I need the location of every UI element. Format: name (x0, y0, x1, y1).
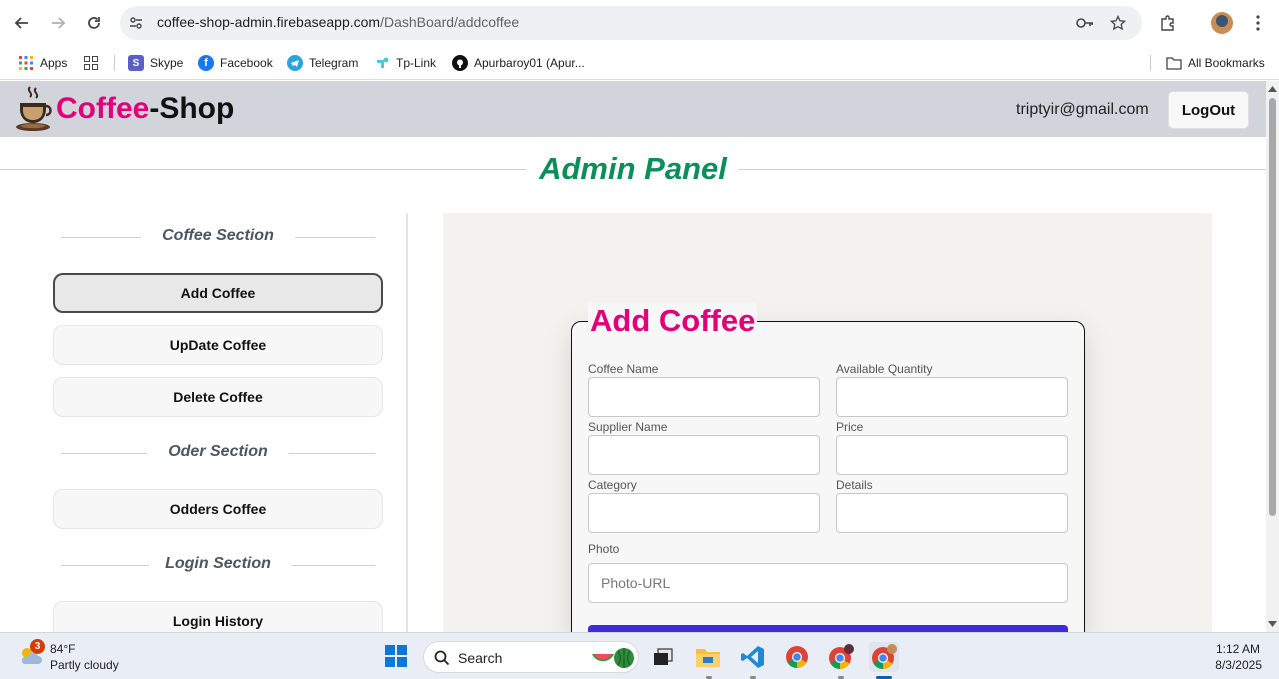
telegram-icon (287, 55, 303, 71)
password-key-icon[interactable] (1076, 14, 1094, 32)
github-icon (452, 55, 468, 71)
photo-label: Photo (588, 542, 620, 556)
orders-coffee-button[interactable]: Odders Coffee (53, 489, 383, 529)
logout-button[interactable]: LogOut (1168, 91, 1249, 129)
site-settings-icon[interactable] (127, 14, 145, 32)
price-label: Price (836, 420, 864, 434)
bookmark-label: Skype (150, 56, 184, 70)
login-history-button[interactable]: Login History (53, 601, 383, 632)
update-coffee-button[interactable]: UpDate Coffee (53, 325, 383, 365)
supplier-name-label: Supplier Name (588, 420, 668, 434)
coffee-name-input[interactable] (588, 377, 820, 417)
tplink-icon (374, 55, 390, 71)
more-menu-icon[interactable] (1246, 11, 1270, 35)
bookmark-skype[interactable]: S Skype (128, 52, 183, 74)
page-scrollbar[interactable] (1266, 81, 1279, 632)
bookmark-github[interactable]: Apurbaroy01 (Apur... (452, 52, 585, 74)
bookmark-label: Tp-Link (396, 56, 437, 70)
apps-grid-icon (18, 55, 34, 71)
category-label: Category (588, 478, 637, 492)
add-coffee-button[interactable]: Add Coffee (53, 273, 383, 313)
scrollbar-thumb[interactable] (1269, 98, 1276, 516)
photo-url-input[interactable] (588, 563, 1068, 603)
details-input[interactable] (836, 493, 1068, 533)
all-bookmarks-label: All Bookmarks (1188, 56, 1265, 70)
skype-icon: S (128, 55, 144, 71)
taskbar-search[interactable]: Search (423, 641, 639, 673)
user-email: triptyir@gmail.com (1016, 101, 1149, 118)
scroll-down-icon[interactable] (1268, 621, 1277, 628)
chrome-active-icon[interactable] (869, 642, 899, 672)
available-quantity-label: Available Quantity (836, 362, 933, 376)
bookmark-grid[interactable] (83, 52, 105, 74)
category-input[interactable] (588, 493, 820, 533)
form-title: Add Coffee (588, 303, 758, 339)
login-section-heading: Login Section (61, 553, 375, 577)
file-explorer-icon[interactable] (693, 642, 723, 672)
bookmark-apps[interactable]: Apps (18, 52, 67, 74)
forward-icon[interactable] (46, 11, 70, 35)
grid-icon (83, 55, 99, 71)
profile-avatar[interactable] (1211, 12, 1233, 34)
browser-toolbar: coffee-shop-admin.firebaseapp.com/DashBo… (0, 0, 1279, 46)
bookmark-label: Apps (40, 56, 68, 70)
bookmark-label: Apurbaroy01 (Apur... (474, 56, 585, 70)
bookmark-separator (114, 55, 115, 71)
page-title: Admin Panel (539, 151, 727, 186)
bookmark-label: Telegram (309, 56, 359, 70)
scroll-up-icon[interactable] (1268, 85, 1277, 92)
coffee-name-label: Coffee Name (588, 362, 659, 376)
reload-icon[interactable] (82, 11, 106, 35)
clock-date[interactable]: 8/3/2025 (1190, 658, 1262, 672)
all-bookmarks[interactable]: All Bookmarks (1166, 52, 1265, 74)
bookmark-tplink[interactable]: Tp-Link (374, 52, 436, 74)
windows-taskbar: 3 84°F Partly cloudy Search 1:12 AM 8/3/… (0, 632, 1279, 679)
bookmarks-bar: Apps S Skype f Facebook Telegram Tp-Link A… (0, 46, 1279, 80)
windows-start-icon[interactable] (385, 645, 407, 667)
sidebar-divider (406, 213, 408, 632)
search-icon (434, 650, 450, 666)
search-label: Search (458, 650, 503, 666)
weather-badge: 3 (30, 639, 45, 654)
available-quantity-input[interactable] (836, 377, 1068, 417)
task-view-icon[interactable] (648, 642, 678, 672)
vscode-icon[interactable] (738, 642, 768, 672)
address-bar[interactable]: coffee-shop-admin.firebaseapp.com/DashBo… (120, 6, 1142, 40)
back-icon[interactable] (10, 11, 34, 35)
bookmark-separator (1150, 55, 1151, 71)
supplier-name-input[interactable] (588, 435, 820, 475)
facebook-icon: f (198, 55, 214, 71)
watermelon-icon (592, 648, 634, 668)
chrome-icon[interactable] (782, 642, 812, 672)
web-page: Coffee-Shop triptyir@gmail.com LogOut Ad… (0, 81, 1266, 632)
chrome-profile-2-icon[interactable] (826, 642, 856, 672)
bookmark-label: Facebook (220, 56, 273, 70)
extensions-icon[interactable] (1156, 11, 1180, 35)
details-label: Details (836, 478, 873, 492)
bookmark-telegram[interactable]: Telegram (287, 52, 358, 74)
add-coffee-submit-button[interactable] (588, 625, 1068, 632)
weather-temperature[interactable]: 84°F (50, 642, 75, 656)
url-text: coffee-shop-admin.firebaseapp.com/DashBo… (157, 14, 520, 30)
bookmark-facebook[interactable]: f Facebook (198, 52, 273, 74)
site-header: Coffee-Shop triptyir@gmail.com LogOut (0, 81, 1266, 137)
folder-icon (1166, 55, 1182, 71)
order-section-heading: Oder Section (61, 441, 375, 465)
delete-coffee-button[interactable]: Delete Coffee (53, 377, 383, 417)
clock-time[interactable]: 1:12 AM (1200, 642, 1260, 656)
weather-condition[interactable]: Partly cloudy (50, 658, 119, 672)
coffee-section-heading: Coffee Section (61, 225, 375, 249)
price-input[interactable] (836, 435, 1068, 475)
brand-logo-text[interactable]: Coffee-Shop (56, 92, 234, 126)
coffee-logo-icon (14, 85, 56, 133)
bookmark-star-icon[interactable] (1109, 14, 1127, 32)
